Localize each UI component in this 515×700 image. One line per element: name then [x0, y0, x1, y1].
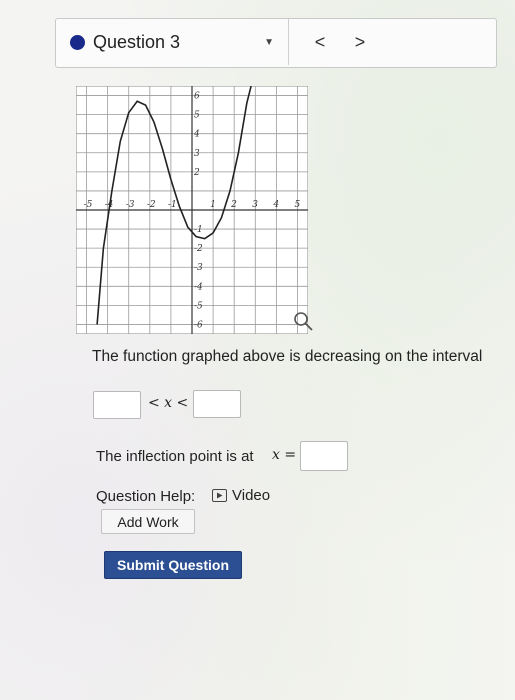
y-tick-label: 4	[193, 130, 200, 140]
video-label: Video	[232, 487, 271, 504]
chevron-right-icon: >	[354, 31, 366, 52]
submit-question-label: Submit Question	[117, 557, 229, 573]
question-navigation-bar: Question 3 ▼ < >	[55, 18, 497, 68]
y-tick-label: -1	[194, 225, 203, 235]
previous-question-button[interactable]: <	[300, 19, 340, 65]
x-tick-label: -2	[147, 200, 156, 210]
x-tick-label: -1	[168, 200, 177, 210]
interval-lower-input[interactable]	[93, 391, 141, 419]
y-tick-label: 5	[194, 111, 200, 121]
y-tick-label: -3	[194, 263, 203, 273]
caret-down-icon: ▼	[264, 37, 274, 48]
x-tick-label: 1	[210, 200, 216, 210]
y-tick-label: 3	[194, 149, 200, 159]
video-help-link[interactable]: Video	[212, 487, 270, 504]
interval-upper-input[interactable]	[193, 390, 241, 418]
chevron-left-icon: <	[314, 31, 326, 52]
y-tick-label: -6	[194, 320, 203, 330]
question-status-dot-icon	[70, 34, 85, 50]
next-question-button[interactable]: >	[340, 19, 380, 65]
inflection-label: The inflection point is at	[96, 448, 254, 465]
play-icon	[212, 489, 227, 502]
interval-operator: < x <	[148, 395, 189, 411]
question-help-label: Question Help:	[96, 488, 196, 505]
problem-statement: The function graphed above is decreasing…	[92, 348, 483, 365]
y-tick-label: -2	[194, 244, 203, 254]
y-tick-label: 6	[194, 92, 200, 102]
y-tick-label: 2	[193, 168, 200, 178]
x-tick-label: 4	[272, 200, 279, 210]
submit-question-button[interactable]: Submit Question	[104, 551, 242, 579]
x-tick-label: -5	[84, 200, 93, 210]
question-title: Question 3	[93, 31, 181, 52]
x-tick-label: -3	[126, 200, 135, 210]
add-work-label: Add Work	[117, 513, 179, 530]
magnify-icon[interactable]	[292, 310, 314, 332]
add-work-button[interactable]: Add Work	[101, 509, 195, 534]
inflection-input[interactable]	[300, 441, 348, 471]
inflection-variable: x =	[272, 447, 297, 463]
y-tick-label: -5	[194, 301, 203, 311]
y-tick-label: -4	[194, 282, 203, 292]
x-tick-label: 5	[294, 200, 300, 210]
function-graph: -5 -4 -3 -2 -1 1 2 3 4 565432-1-2-3-4-5-6	[76, 86, 308, 334]
x-tick-label: 2	[230, 200, 237, 210]
question-selector[interactable]: Question 3 ▼	[56, 19, 289, 65]
x-tick-label: 3	[252, 200, 258, 210]
